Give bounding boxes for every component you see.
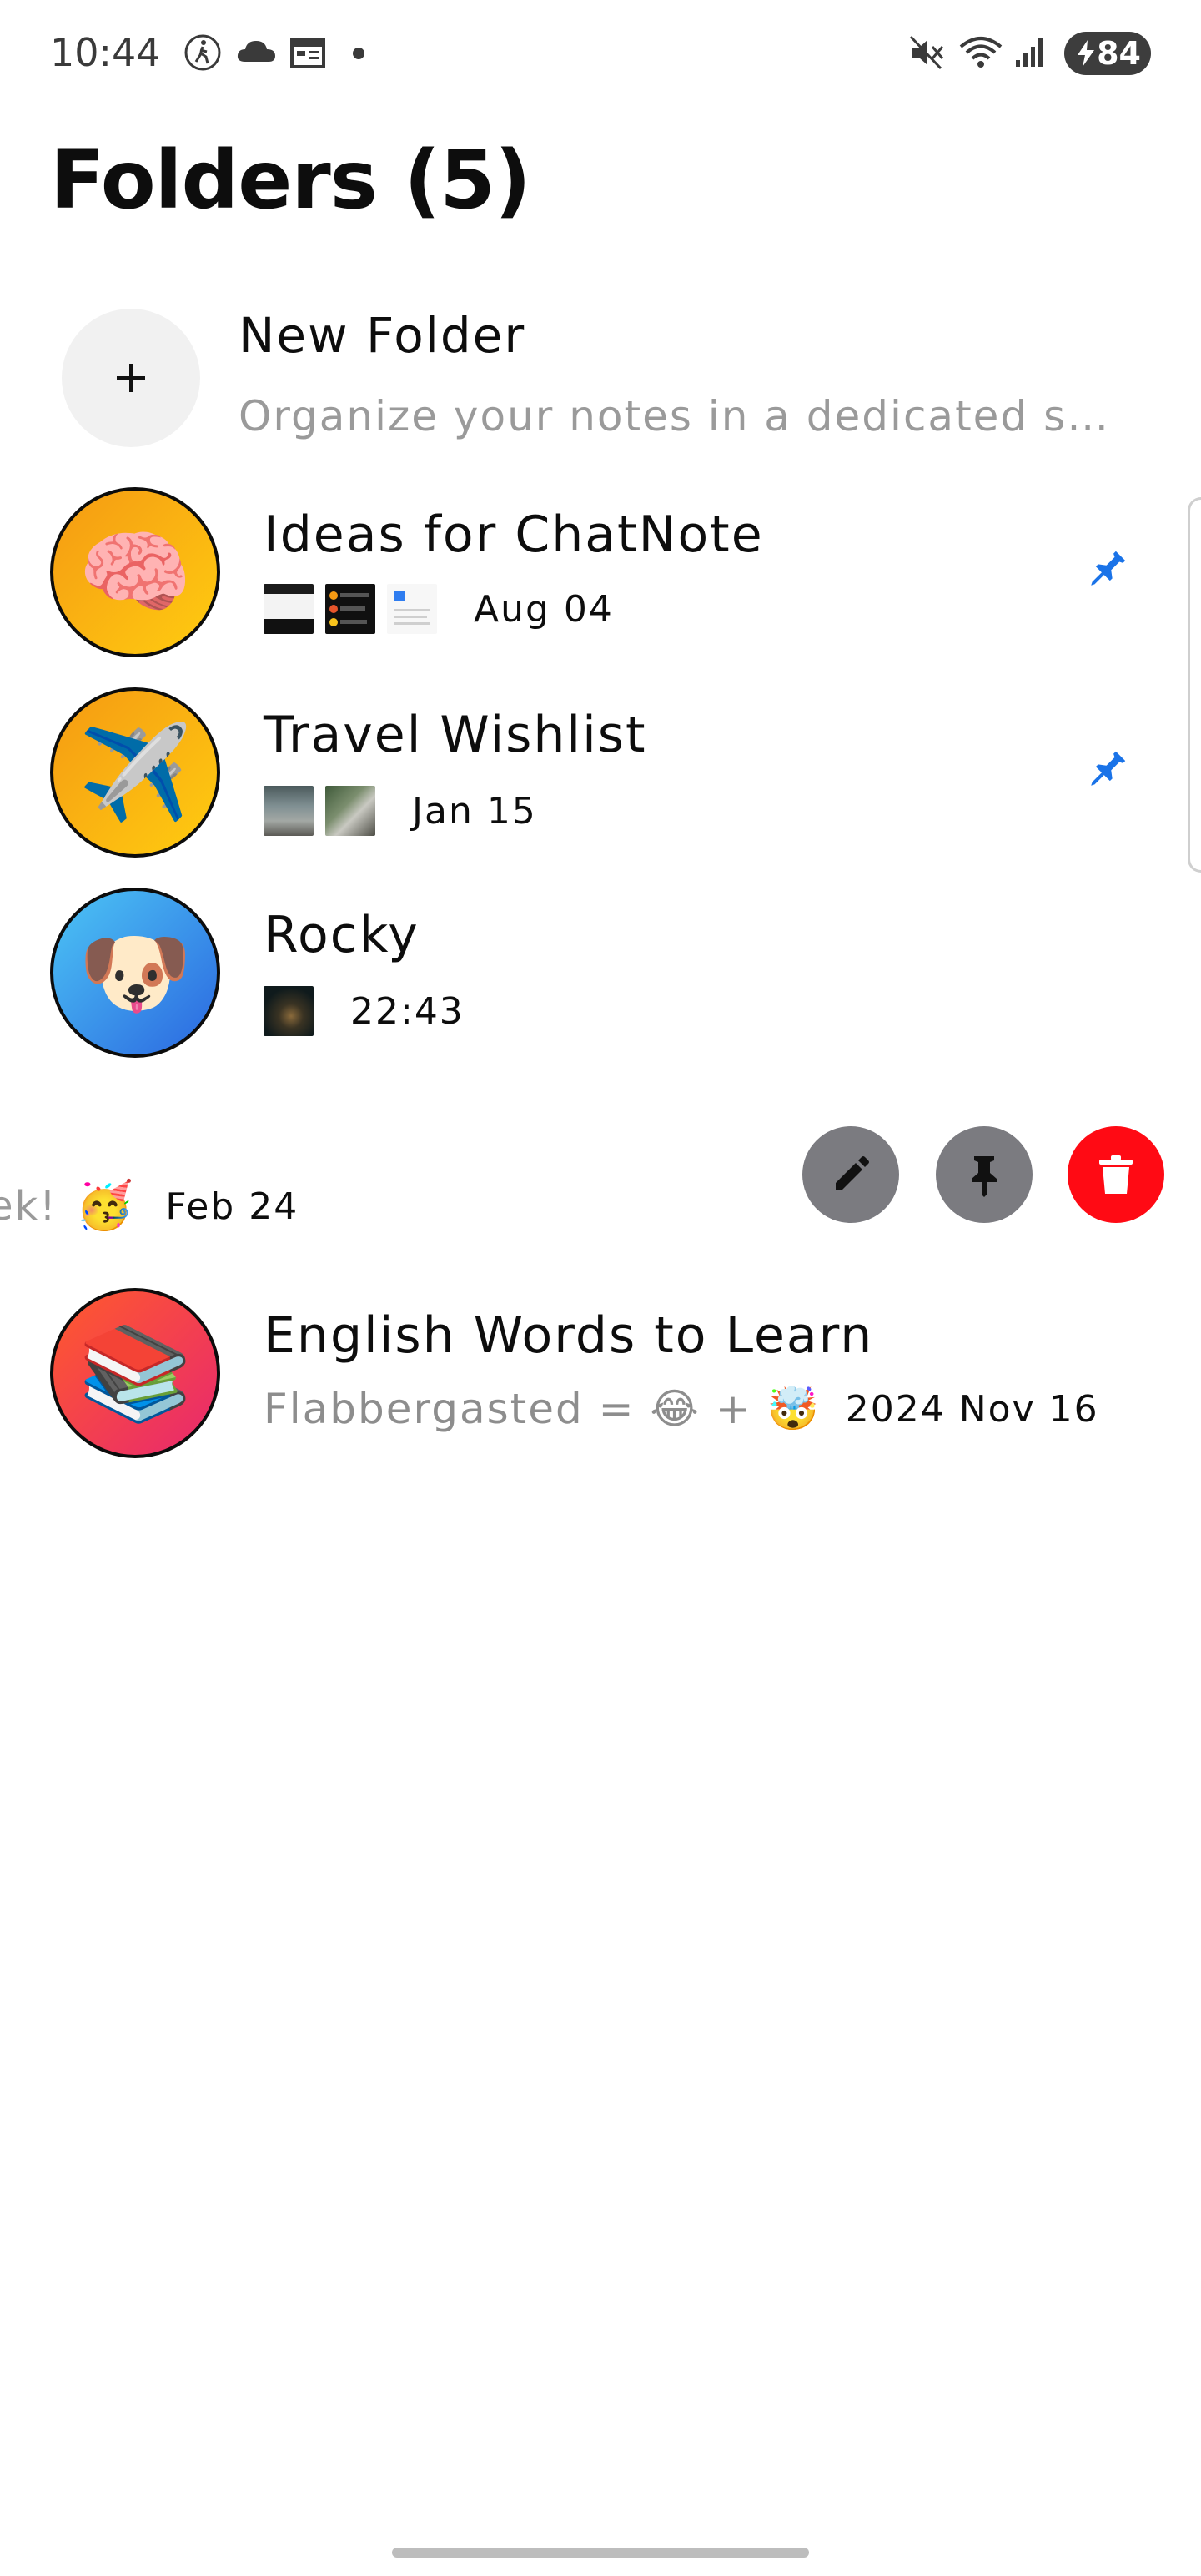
screenshot-thumb [264, 584, 314, 634]
dog-emoji-icon: 🐶 [78, 919, 193, 1026]
folder-name[interactable]: English Words to Learn [264, 1306, 873, 1365]
status-time: 10:44 [50, 30, 161, 75]
new-folder-title[interactable]: New Folder [239, 307, 525, 364]
folder-date: Aug 04 [474, 587, 614, 631]
charging-bolt-icon [1078, 40, 1094, 67]
wifi-icon [959, 37, 1003, 68]
page-title: Folders (5) [50, 133, 531, 227]
new-folder-subtitle: Organize your notes in a dedicated s… [239, 392, 1111, 440]
photo-thumb [264, 986, 314, 1036]
photo-thumb [325, 786, 375, 836]
party-emoji-icon: 🥳 [75, 1179, 134, 1233]
photo-thumb [264, 786, 314, 836]
home-indicator[interactable] [392, 2548, 809, 2558]
pin-icon[interactable] [1081, 742, 1134, 796]
brain-emoji-icon: 🧠 [78, 519, 193, 626]
folder-name[interactable]: Travel Wishlist [264, 706, 647, 764]
accessibility-icon [184, 34, 221, 71]
screenshot-thumb [325, 584, 375, 634]
folder-avatar[interactable]: 🐶 [50, 888, 220, 1058]
screenshot-thumb [387, 584, 437, 634]
folder-avatar[interactable]: 🧠 [50, 487, 220, 657]
scrollbar[interactable] [1188, 497, 1201, 873]
folder-avatar[interactable]: ✈️ [50, 687, 220, 858]
folder-preview-text: Flabbergasted = 😂 + 🤯 [264, 1385, 821, 1433]
pin-icon [972, 1156, 997, 1197]
battery-indicator: 84 [1064, 32, 1151, 75]
cloud-icon [237, 41, 275, 62]
edit-folder-button[interactable] [802, 1126, 899, 1223]
folder-name[interactable]: Rocky [264, 906, 420, 964]
folder-date: 22:43 [350, 989, 465, 1033]
swiped-preview-text: ek! [0, 1183, 58, 1230]
mute-icon [909, 35, 944, 70]
pin-folder-button[interactable] [936, 1126, 1033, 1223]
folder-name[interactable]: Ideas for ChatNote [264, 506, 764, 564]
swiped-folder-row[interactable]: ek! 🥳 Feb 24 [0, 1183, 299, 1230]
folder-meta: 22:43 [264, 986, 465, 1036]
edit-icon [836, 1156, 869, 1190]
books-emoji-icon: 📚 [78, 1320, 193, 1426]
signal-icon [1016, 38, 1043, 67]
folder-meta: Jan 15 [264, 786, 537, 836]
airplane-emoji-icon: ✈️ [78, 719, 193, 826]
plus-icon [117, 364, 145, 392]
folder-meta: Flabbergasted = 😂 + 🤯 2024 Nov 16 [264, 1385, 1099, 1434]
delete-folder-button[interactable] [1068, 1126, 1164, 1223]
folder-date: Feb 24 [165, 1185, 299, 1228]
dot-icon [353, 48, 364, 59]
calendar-icon [290, 38, 325, 68]
new-folder-button[interactable] [62, 309, 200, 447]
folder-avatar[interactable]: 📚 [50, 1288, 220, 1458]
delete-icon [1099, 1155, 1133, 1194]
folder-date: 2024 Nov 16 [845, 1388, 1099, 1431]
folder-meta: Aug 04 [264, 584, 614, 634]
pin-icon[interactable] [1081, 542, 1134, 596]
battery-level: 84 [1097, 35, 1141, 72]
folder-date: Jan 15 [412, 789, 537, 833]
status-bar: 10:44 84 [0, 0, 1201, 108]
